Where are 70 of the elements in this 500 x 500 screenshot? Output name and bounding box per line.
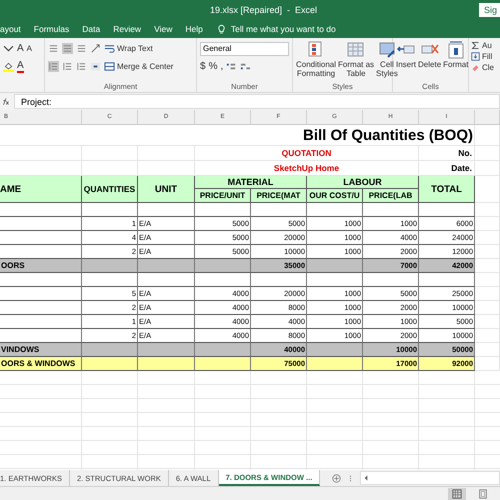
add-sheet-icon[interactable] xyxy=(332,474,342,482)
header-cell: LABOUR xyxy=(307,176,419,189)
more-options-icon[interactable] xyxy=(349,474,352,482)
header-cell: PRICE/UNIT xyxy=(195,189,251,203)
date-label: Date. xyxy=(451,163,472,173)
ribbon-tab[interactable]: View xyxy=(154,24,172,34)
wrap-text-button[interactable]: Wrap Text xyxy=(104,43,153,54)
align-lines-icon[interactable] xyxy=(76,61,87,72)
dropdown-caret-icon[interactable] xyxy=(3,43,14,54)
align-lines-icon[interactable] xyxy=(62,43,73,54)
merge-center-button[interactable]: Merge & Center xyxy=(104,61,174,72)
function-icon[interactable] xyxy=(1,97,10,106)
formula-input[interactable]: Project: xyxy=(14,94,500,109)
indent-icon[interactable] xyxy=(90,61,101,72)
table-format-icon xyxy=(347,41,366,59)
header-cell: TOTAL xyxy=(419,176,475,203)
format-cells-icon xyxy=(446,41,465,59)
align-lines-icon[interactable] xyxy=(76,43,87,54)
cells-button[interactable]: Delete xyxy=(418,41,442,69)
tell-me-search[interactable]: Tell me what you want to do xyxy=(230,24,336,34)
align-lines-icon[interactable] xyxy=(62,61,73,72)
cell-styles-icon xyxy=(378,41,396,59)
comma-style-button[interactable]: , xyxy=(220,61,224,72)
currency-button[interactable]: $ xyxy=(200,61,206,72)
fill-down-icon xyxy=(471,52,480,61)
header-cell: PRICE(MAT xyxy=(251,189,307,203)
ribbon-tab[interactable]: Help xyxy=(185,24,203,34)
header-cell: MATERIAL xyxy=(195,176,307,189)
text-orientation-icon[interactable] xyxy=(90,43,101,54)
ribbon-tab[interactable]: ayout xyxy=(0,24,21,34)
decrease-decimal-icon[interactable] xyxy=(240,61,252,72)
shrink-font-button[interactable]: A xyxy=(26,44,32,53)
header-cell: UNIT xyxy=(138,176,195,203)
lightbulb-icon xyxy=(218,24,225,34)
scroll-left-icon[interactable] xyxy=(364,475,368,481)
fill-color-icon[interactable] xyxy=(3,61,14,72)
styles-button[interactable]: Format as Table xyxy=(338,41,374,78)
wrap-text-icon xyxy=(104,43,115,54)
number-label: No. xyxy=(458,148,472,158)
fill-button[interactable]: Fill xyxy=(471,52,500,61)
project-name: SketchUp Home xyxy=(274,163,340,173)
normal-view-icon[interactable] xyxy=(448,488,466,500)
window-title: 19.xlsx [Repaired] - Excel xyxy=(210,5,318,15)
horizontal-scrollbar[interactable] xyxy=(360,471,500,485)
number-format-dropdown[interactable]: General xyxy=(200,42,289,56)
ribbon-tab[interactable]: Review xyxy=(113,24,142,34)
clear-button[interactable]: Cle xyxy=(471,63,500,72)
header-cell: QUANTITIES xyxy=(82,176,138,203)
align-lines-icon[interactable] xyxy=(48,61,59,72)
align-lines-icon[interactable] xyxy=(48,43,59,54)
sigma-icon xyxy=(471,41,480,50)
quotation-label: QUOTATION xyxy=(282,148,332,158)
increase-decimal-icon[interactable] xyxy=(226,61,238,72)
font-color-button[interactable]: A xyxy=(17,60,24,72)
percent-button[interactable]: % xyxy=(208,61,218,72)
styles-button[interactable]: Conditional Formatting xyxy=(296,41,336,78)
merge-icon xyxy=(104,61,115,72)
autosum-button[interactable]: Au xyxy=(471,41,500,50)
header-cell: AME xyxy=(0,176,82,203)
header-cell: OUR COST/U xyxy=(307,189,363,203)
eraser-icon xyxy=(471,63,480,72)
ribbon-tab[interactable]: Data xyxy=(82,24,100,34)
styles-button[interactable]: Cell Styles xyxy=(376,41,398,78)
sign-in-button[interactable]: Sig xyxy=(478,3,500,17)
cells-button[interactable]: Insert xyxy=(396,41,416,69)
cells-button[interactable]: Format xyxy=(443,41,468,69)
ribbon-tab[interactable]: Formulas xyxy=(34,24,70,34)
header-cell: PRICE(LAB xyxy=(363,189,419,203)
sheet-title: Bill Of Quantities (BOQ) xyxy=(302,126,473,144)
grow-font-button[interactable]: A xyxy=(17,43,24,54)
